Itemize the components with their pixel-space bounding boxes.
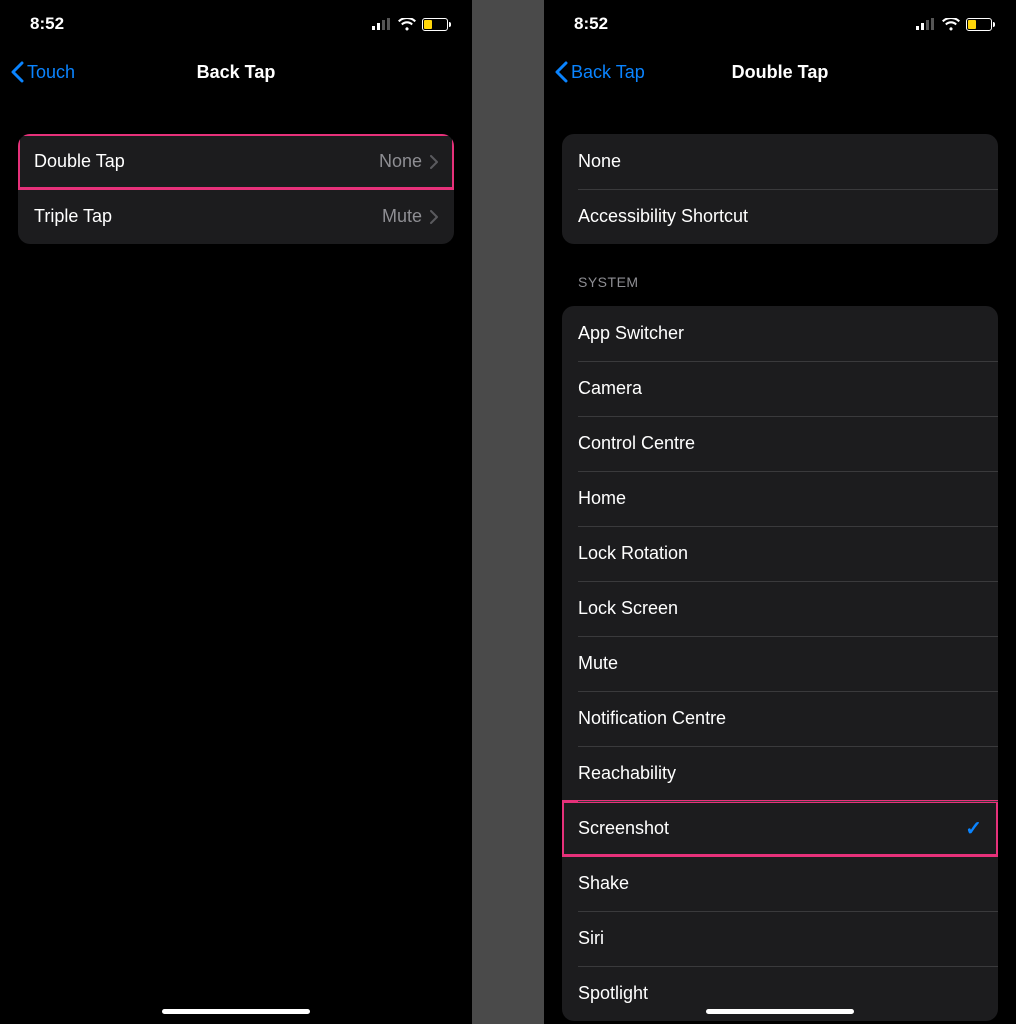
checkmark-icon: ✓ <box>965 816 982 841</box>
page-title: Back Tap <box>197 62 276 83</box>
row-double-tap[interactable]: Double Tap None <box>18 134 454 189</box>
chevron-left-icon <box>554 61 568 83</box>
back-label: Touch <box>27 62 75 83</box>
row-label: App Switcher <box>578 323 982 344</box>
chevron-right-icon <box>430 210 438 224</box>
wifi-icon <box>942 18 960 31</box>
row-label: Notification Centre <box>578 708 982 729</box>
chevron-right-icon <box>430 155 438 169</box>
home-indicator[interactable] <box>706 1009 854 1014</box>
nav-header: Back Tap Double Tap <box>544 48 1016 96</box>
row-label: Shake <box>578 873 982 894</box>
row-label: Spotlight <box>578 983 982 1004</box>
row-label: Reachability <box>578 763 982 784</box>
back-label: Back Tap <box>571 62 645 83</box>
row-label: Lock Rotation <box>578 543 982 564</box>
clock: 8:52 <box>574 14 608 34</box>
row-label: Lock Screen <box>578 598 982 619</box>
system-row[interactable]: Shake <box>562 856 998 911</box>
row-accessibility-shortcut[interactable]: Accessibility Shortcut <box>562 189 998 244</box>
row-label: Double Tap <box>34 151 379 172</box>
top-group: None Accessibility Shortcut <box>562 134 998 244</box>
system-row[interactable]: Home <box>562 471 998 526</box>
system-row[interactable]: Camera <box>562 361 998 416</box>
status-right <box>916 18 992 31</box>
left-phone: 8:52 Touch Back Tap Double Tap None Trip… <box>0 0 472 1024</box>
row-label: None <box>578 151 982 172</box>
system-row[interactable]: Mute <box>562 636 998 691</box>
status-bar: 8:52 <box>0 0 472 48</box>
system-row[interactable]: Lock Rotation <box>562 526 998 581</box>
system-row[interactable]: Reachability <box>562 746 998 801</box>
system-row[interactable]: Screenshot✓ <box>562 801 998 856</box>
battery-icon <box>966 18 992 31</box>
home-indicator[interactable] <box>162 1009 310 1014</box>
system-row[interactable]: Notification Centre <box>562 691 998 746</box>
row-label: Screenshot <box>578 818 965 839</box>
status-right <box>372 18 448 31</box>
nav-header: Touch Back Tap <box>0 48 472 96</box>
settings-group: Double Tap None Triple Tap Mute <box>18 134 454 244</box>
status-bar: 8:52 <box>544 0 1016 48</box>
system-row[interactable]: Lock Screen <box>562 581 998 636</box>
cellular-icon <box>372 18 392 30</box>
wifi-icon <box>398 18 416 31</box>
back-button[interactable]: Touch <box>10 61 75 83</box>
page-title: Double Tap <box>732 62 829 83</box>
cellular-icon <box>916 18 936 30</box>
clock: 8:52 <box>30 14 64 34</box>
system-group: App Switcher Camera Control Centre Home Lock… <box>562 306 998 1021</box>
system-row[interactable]: App Switcher <box>562 306 998 361</box>
row-triple-tap[interactable]: Triple Tap Mute <box>18 189 454 244</box>
row-label: Mute <box>578 653 982 674</box>
right-phone: 8:52 Back Tap Double Tap None Accessibil… <box>544 0 1016 1024</box>
system-row[interactable]: Siri <box>562 911 998 966</box>
row-label: Accessibility Shortcut <box>578 206 982 227</box>
row-label: Home <box>578 488 982 509</box>
row-value: Mute <box>382 206 422 227</box>
battery-icon <box>422 18 448 31</box>
row-label: Siri <box>578 928 982 949</box>
row-value: None <box>379 151 422 172</box>
row-label: Control Centre <box>578 433 982 454</box>
row-none[interactable]: None <box>562 134 998 189</box>
row-label: Triple Tap <box>34 206 382 227</box>
row-label: Camera <box>578 378 982 399</box>
section-header-system: SYSTEM <box>578 274 982 290</box>
chevron-left-icon <box>10 61 24 83</box>
system-row[interactable]: Control Centre <box>562 416 998 471</box>
back-button[interactable]: Back Tap <box>554 61 645 83</box>
